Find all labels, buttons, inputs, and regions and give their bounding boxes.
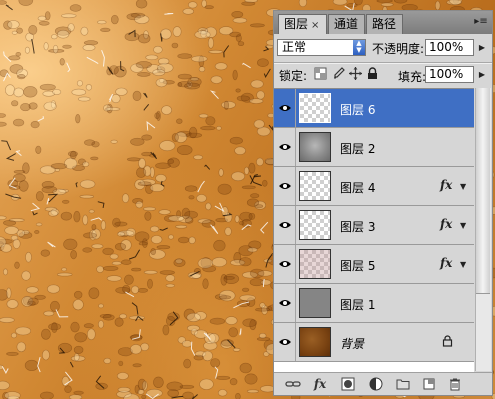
tab-channels-label: 通道 <box>334 17 359 31</box>
mask-icon[interactable] <box>340 376 356 392</box>
visibility-toggle[interactable] <box>274 167 296 205</box>
new-layer-icon[interactable] <box>421 376 437 392</box>
eye-icon <box>279 144 291 150</box>
expand-effects-icon[interactable]: ▼ <box>460 260 466 269</box>
fx-footer-label: fx <box>313 377 327 391</box>
layer-list: 图层 6 图层 2 图层 4 fx ▼ 图层 3 fx ▼ 图层 5 fx ▼ … <box>274 88 474 372</box>
padlock-icon <box>442 335 453 347</box>
padlock-icon[interactable] <box>366 67 379 80</box>
layer-thumbnail <box>299 171 331 201</box>
panel-menu-icon[interactable]: ▸≡ <box>474 16 488 28</box>
layer-name: 图层 1 <box>340 298 376 312</box>
layer-row[interactable]: 图层 5 fx ▼ <box>274 245 474 284</box>
eye-icon <box>279 339 291 345</box>
move-lock-icon[interactable] <box>349 67 362 80</box>
expand-effects-icon[interactable]: ▼ <box>460 221 466 230</box>
tab-paths-label: 路径 <box>372 17 397 31</box>
layer-name: 图层 4 <box>340 181 376 195</box>
checker-lock-icon[interactable] <box>314 67 327 80</box>
opacity-slider-arrow-icon[interactable]: ▶ <box>476 39 488 56</box>
tab-paths[interactable]: 路径 <box>366 14 403 34</box>
blend-mode-dropdown-icon[interactable]: ▲ ▼ <box>353 40 365 55</box>
layer-thumbnail <box>299 93 331 123</box>
eye-icon <box>279 183 291 189</box>
layer-row[interactable]: 图层 4 fx ▼ <box>274 167 474 206</box>
visibility-toggle[interactable] <box>274 284 296 322</box>
fx-icon[interactable]: fx <box>440 178 452 192</box>
eye-icon <box>279 222 291 228</box>
folder-icon[interactable] <box>395 376 411 392</box>
layer-row[interactable]: 图层 1 <box>274 284 474 323</box>
lock-label: 锁定: <box>279 69 308 83</box>
brush-lock-icon[interactable] <box>332 67 345 80</box>
fill-input[interactable]: 100% <box>425 66 474 83</box>
layer-row[interactable]: 图层 3 fx ▼ <box>274 206 474 245</box>
opacity-label: 不透明度: <box>372 42 425 56</box>
layer-thumbnail <box>299 132 331 162</box>
eye-icon <box>279 105 291 111</box>
layer-row[interactable]: 背景 <box>274 323 474 362</box>
layers-panel: 图层 × 通道 路径 ▸≡ 正常 ▲ ▼ 不透明度: 100% ▶ 锁定: 填充: … <box>273 10 493 396</box>
layer-thumbnail <box>299 249 331 279</box>
visibility-toggle[interactable] <box>274 89 296 127</box>
adjustment-icon[interactable] <box>368 376 384 392</box>
layer-name: 背景 <box>340 337 365 351</box>
layer-row[interactable]: 图层 2 <box>274 128 474 167</box>
opacity-input[interactable]: 100% <box>425 39 474 56</box>
fx-icon[interactable]: fx <box>440 217 452 231</box>
fill-label: 填充: <box>398 70 427 84</box>
blend-mode-value: 正常 <box>282 40 307 54</box>
tab-channels[interactable]: 通道 <box>328 14 365 34</box>
layers-panel-footer: fx <box>274 372 492 395</box>
visibility-toggle[interactable] <box>274 323 296 361</box>
visibility-toggle[interactable] <box>274 128 296 166</box>
visibility-toggle[interactable] <box>274 245 296 283</box>
expand-effects-icon[interactable]: ▼ <box>460 182 466 191</box>
tab-layers-label: 图层 <box>284 17 309 31</box>
visibility-toggle[interactable] <box>274 206 296 244</box>
tab-layers[interactable]: 图层 × <box>278 14 327 34</box>
layer-name: 图层 2 <box>340 142 376 156</box>
layer-list-scrollbar[interactable] <box>475 88 491 371</box>
layer-thumbnail <box>299 327 331 357</box>
fx-icon[interactable]: fx <box>312 376 328 392</box>
trash-icon[interactable] <box>447 376 463 392</box>
eye-icon <box>279 300 291 306</box>
layer-row[interactable]: 图层 6 <box>274 89 474 128</box>
layer-thumbnail <box>299 288 331 318</box>
link-icon[interactable] <box>285 376 301 392</box>
fx-icon[interactable]: fx <box>440 256 452 270</box>
fill-slider-arrow-icon[interactable]: ▶ <box>476 66 488 83</box>
divider <box>274 62 492 64</box>
layer-name: 图层 5 <box>340 259 376 273</box>
blend-mode-select[interactable]: 正常 ▲ ▼ <box>277 39 366 56</box>
scrollbar-thumb[interactable] <box>476 88 490 294</box>
panel-tab-bar: 图层 × 通道 路径 ▸≡ <box>274 11 492 34</box>
layer-name: 图层 6 <box>340 103 376 117</box>
layer-name: 图层 3 <box>340 220 376 234</box>
close-icon[interactable]: × <box>311 20 319 31</box>
eye-icon <box>279 261 291 267</box>
layer-thumbnail <box>299 210 331 240</box>
